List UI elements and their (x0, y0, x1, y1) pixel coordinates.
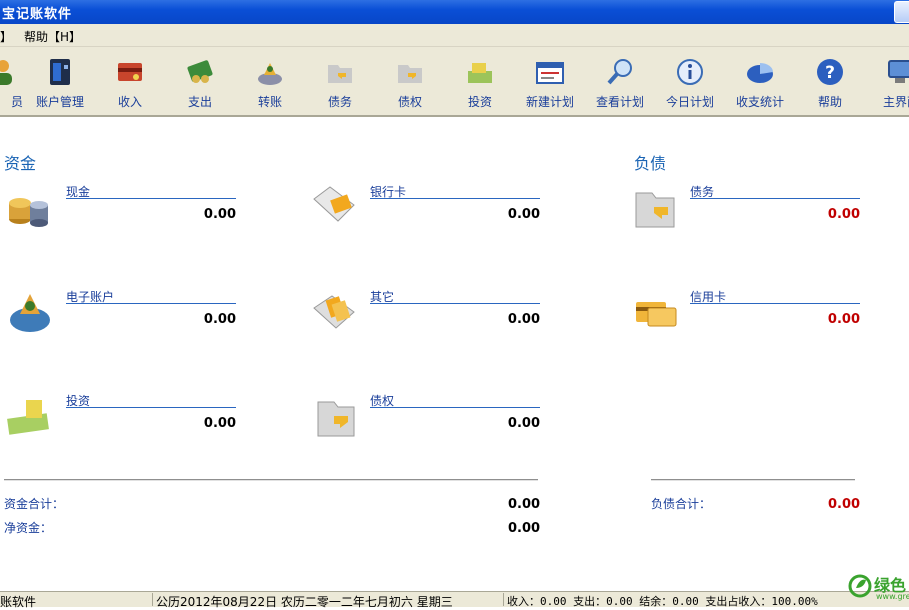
view-plan-icon (607, 59, 632, 85)
account-e-account-amount: 0.00 (203, 312, 236, 327)
status-separator (152, 593, 153, 606)
toolbar-button-today-plan[interactable]: 今日计划 (655, 53, 725, 111)
help-icon: ? (817, 59, 843, 85)
liabilities-total-label: 负债合计： (651, 497, 712, 511)
status-summary: 收入：0.00 支出：0.00 结余：0.00 支出占收入：100.00% (507, 595, 818, 608)
liabilities-divider (651, 479, 855, 481)
menu-bar: 】 帮助【H】 (0, 24, 909, 47)
leaf-logo-icon (848, 574, 872, 598)
toolbar: 员 账户管理 收入 支出 转账 债务 债权 投资 新建计划 查看计划 今日计划 (0, 47, 909, 117)
assets-total-value: 0.00 (508, 497, 541, 512)
underline (370, 198, 540, 199)
account-invest-amount: 0.00 (203, 416, 236, 431)
account-e-account[interactable]: 电子账户 0.00 (4, 288, 244, 358)
credit-card-icon (636, 302, 677, 327)
expense-icon (187, 60, 213, 83)
account-credit-claims-amount: 0.00 (507, 416, 540, 431)
toolbar-button-debt[interactable]: 债务 (305, 53, 375, 111)
today-plan-icon (677, 59, 703, 85)
underline (690, 303, 860, 304)
svg-text:?: ? (825, 63, 835, 83)
credit-icon (398, 65, 422, 83)
toolbar-button-stats[interactable]: 收支统计 (725, 53, 795, 111)
toolbar-button-expense[interactable]: 支出 (165, 53, 235, 111)
other-icon (313, 295, 355, 329)
debt-folder-icon (635, 192, 675, 228)
underline (66, 407, 236, 408)
account-debt[interactable]: 债务 0.00 (628, 183, 868, 253)
status-date: 公历2012年08月22日 农历二零一二年七月初六 星期三 (156, 595, 453, 609)
member-icon (0, 60, 12, 85)
toolbar-button-new-plan[interactable]: 新建计划 (515, 53, 585, 111)
cash-coins-icon (9, 198, 48, 227)
status-bar: 账软件 公历2012年08月22日 农历二零一二年七月初六 星期三 收入：0.0… (0, 591, 909, 609)
credit-folder-icon (317, 401, 355, 437)
account-manage-icon (50, 59, 70, 85)
toolbar-button-income[interactable]: 收入 (95, 53, 165, 111)
account-other[interactable]: 其它 0.00 (308, 288, 548, 358)
window-title: 宝记账软件 (2, 7, 73, 22)
window-control-button[interactable] (894, 1, 909, 23)
status-separator (503, 593, 504, 606)
account-cash-amount: 0.00 (203, 207, 236, 222)
watermark-url: www.gre (876, 592, 909, 601)
net-assets-label: 净资金： (4, 521, 53, 535)
new-plan-icon (536, 62, 564, 84)
underline (370, 407, 540, 408)
account-credit-card-amount: 0.00 (827, 312, 860, 327)
assets-divider (4, 479, 538, 481)
toolbar-button-transfer[interactable]: 转账 (235, 53, 305, 111)
account-invest[interactable]: 投资 0.00 (4, 392, 244, 462)
toolbar-button-home[interactable]: 主界面 (865, 53, 909, 111)
main-panel: 资金 负债 现金 0.00 银行卡 0.00 债务 0.00 电子账户 0.00… (0, 117, 909, 591)
underline (66, 303, 236, 304)
net-assets-value: 0.00 (508, 521, 541, 536)
toolbar-button-view-plan[interactable]: 查看计划 (585, 53, 655, 111)
title-bar: 宝记账软件 (0, 0, 909, 24)
account-credit-claims[interactable]: 债权 0.00 (308, 392, 548, 462)
menu-item-partial[interactable]: 】 (0, 28, 12, 45)
account-other-amount: 0.00 (507, 312, 540, 327)
home-icon (888, 60, 909, 83)
stats-icon (747, 63, 773, 83)
menu-item-help[interactable]: 帮助【H】 (24, 28, 81, 45)
account-debt-amount: 0.00 (827, 207, 860, 222)
assets-total-label: 资金合计： (4, 497, 65, 511)
toolbar-button-account-manage[interactable]: 账户管理 (25, 53, 95, 111)
account-cash[interactable]: 现金 0.00 (4, 183, 244, 253)
assets-section-title: 资金 (4, 154, 37, 173)
bank-card-icon (313, 186, 355, 222)
underline (370, 303, 540, 304)
toolbar-button-invest[interactable]: 投资 (445, 53, 515, 111)
account-bank-card[interactable]: 银行卡 0.00 (308, 183, 548, 253)
invest-money-icon (7, 400, 49, 435)
account-credit-card[interactable]: 信用卡 0.00 (628, 288, 868, 358)
liabilities-section-title: 负债 (634, 154, 667, 173)
e-account-icon (10, 294, 50, 332)
transfer-icon (258, 63, 282, 85)
watermark: 绿色 www.gre (848, 570, 909, 606)
underline (66, 198, 236, 199)
debt-icon (328, 65, 352, 83)
account-bank-card-amount: 0.00 (507, 207, 540, 222)
underline (690, 198, 860, 199)
invest-icon (468, 63, 492, 83)
income-icon (118, 63, 142, 81)
toolbar-button-help[interactable]: ? 帮助 (795, 53, 865, 111)
toolbar-button-credit[interactable]: 债权 (375, 53, 445, 111)
liabilities-total-value: 0.00 (828, 497, 861, 512)
status-app-name: 账软件 (0, 595, 37, 609)
